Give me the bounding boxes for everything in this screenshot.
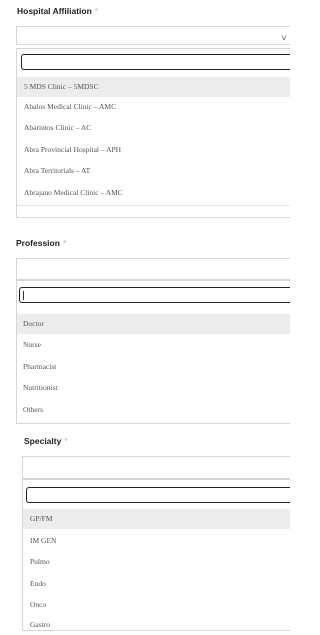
dropdown-option[interactable]: 5 MDS Clinic – 5MDSC: [17, 77, 290, 97]
profession-label-text: Profession: [16, 238, 60, 248]
hospital-affiliation-label: Hospital Affiliation *: [17, 6, 98, 16]
dropdown-option[interactable]: Nutritionist: [17, 378, 290, 398]
profession-select[interactable]: [16, 258, 290, 280]
dropdown-option[interactable]: Abalos Medical Clinic – AMC: [17, 97, 290, 117]
required-marker: *: [64, 436, 68, 446]
dropdown-divider: [17, 205, 290, 206]
dropdown-option[interactable]: Others: [17, 400, 290, 420]
dropdown-option[interactable]: IM GEN: [23, 531, 290, 551]
dropdown-option[interactable]: Onco: [23, 595, 290, 615]
dropdown-option[interactable]: GP/FM: [23, 509, 290, 529]
text-cursor: [23, 291, 24, 300]
required-marker: *: [94, 6, 99, 16]
dropdown-option[interactable]: Endo: [23, 574, 290, 594]
dropdown-option[interactable]: Doctor: [17, 314, 290, 334]
dropdown-option[interactable]: Abra Territorials – AT: [17, 161, 290, 181]
hospital-affiliation-search-input[interactable]: [21, 54, 290, 70]
profession-search-input[interactable]: [19, 287, 290, 303]
required-marker: *: [62, 238, 67, 248]
dropdown-option[interactable]: Pulmo: [23, 552, 290, 572]
dropdown-option[interactable]: Gastro: [23, 615, 290, 635]
specialty-label: Specialty *: [24, 436, 68, 446]
dropdown-option[interactable]: Abra Provincial Hospital – APH: [17, 140, 290, 160]
specialty-search-input[interactable]: [26, 487, 290, 503]
profession-label: Profession *: [16, 238, 66, 248]
hospital-affiliation-select[interactable]: ∨: [16, 26, 290, 45]
chevron-down-icon: ∨: [280, 33, 288, 42]
profession-dropdown: Doctor Nurse Pharmacist Nutritionist Oth…: [16, 280, 290, 424]
dropdown-option[interactable]: Abrajano Medical Clinic – AMC: [17, 183, 290, 203]
dropdown-option[interactable]: Nurse: [17, 335, 290, 355]
specialty-label-text: Specialty: [24, 436, 62, 446]
specialty-select[interactable]: [22, 456, 290, 479]
dropdown-option[interactable]: Abarintos Clinic – AC: [17, 118, 290, 138]
hospital-affiliation-label-text: Hospital Affiliation: [17, 6, 92, 16]
specialty-dropdown: GP/FM IM GEN Pulmo Endo Onco Gastro: [22, 479, 290, 631]
dropdown-option[interactable]: Pharmacist: [17, 357, 290, 377]
hospital-affiliation-dropdown: 5 MDS Clinic – 5MDSC Abalos Medical Clin…: [16, 48, 290, 218]
